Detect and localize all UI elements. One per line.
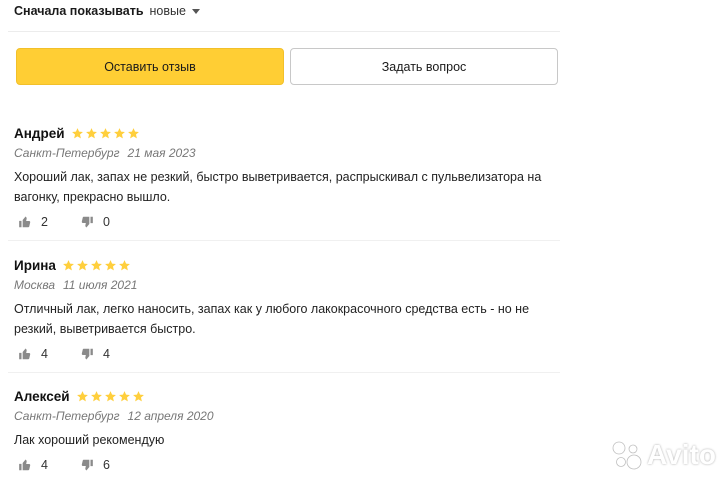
- review-city: Санкт-Петербург: [14, 146, 120, 160]
- review-text: Хороший лак, запах не резкий, быстро выв…: [14, 170, 542, 204]
- star-icon: [71, 127, 83, 138]
- thumbs-down-icon: [81, 348, 93, 360]
- like-button[interactable]: 2: [18, 215, 48, 229]
- thumbs-up-icon: [19, 459, 31, 471]
- review-date: 12 апреля 2020: [127, 409, 214, 423]
- star-icon: [77, 259, 88, 270]
- dislike-button[interactable]: 6: [80, 458, 110, 472]
- review-item: Ирина Москва 11 июля 2021 Отличный лак, …: [14, 256, 554, 363]
- avito-watermark: Avito: [610, 438, 716, 472]
- thumbs-up-icon: [19, 348, 31, 360]
- star-icon: [127, 127, 139, 138]
- like-button[interactable]: 4: [18, 458, 48, 472]
- reviewer-name: Ирина: [14, 257, 56, 273]
- chevron-down-icon: [191, 8, 200, 14]
- review-item: Алексей Санкт-Петербург 12 апреля 2020 Л…: [14, 387, 554, 474]
- ask-question-button[interactable]: Задать вопрос: [290, 48, 558, 85]
- star-icon: [85, 127, 97, 138]
- sort-dropdown[interactable]: новые: [150, 4, 200, 18]
- like-count: 4: [41, 347, 48, 361]
- avito-logo-icon: [612, 441, 642, 470]
- review-date: 11 июля 2021: [63, 278, 138, 292]
- thumbs-down-icon: [81, 216, 93, 228]
- review-date: 21 мая 2023: [127, 146, 196, 160]
- dislike-count: 6: [102, 458, 110, 472]
- star-icon: [76, 390, 88, 401]
- like-count: 2: [41, 215, 48, 229]
- thumbs-up-icon: [19, 216, 31, 228]
- review-text: Отличный лак, легко наносить, запах как …: [14, 302, 530, 336]
- star-icon: [113, 127, 125, 138]
- star-icon: [91, 259, 102, 270]
- dislike-button[interactable]: 0: [80, 215, 110, 229]
- leave-review-button[interactable]: Оставить отзыв: [16, 48, 284, 85]
- divider: [8, 31, 560, 32]
- sort-value: новые: [149, 4, 186, 18]
- reviewer-name: Алексей: [14, 388, 70, 404]
- review-city: Санкт-Петербург: [14, 409, 120, 423]
- review-city: Москва: [14, 278, 56, 292]
- reviewer-name: Андрей: [14, 125, 65, 141]
- dislike-button[interactable]: 4: [80, 347, 110, 361]
- thumbs-down-icon: [81, 459, 93, 471]
- like-count: 4: [41, 458, 48, 472]
- star-icon: [99, 127, 111, 138]
- dislike-count: 4: [102, 347, 110, 361]
- sort-label: Сначала показывать: [14, 4, 144, 18]
- star-rating: [76, 390, 146, 403]
- dislike-count: 0: [102, 215, 110, 229]
- like-button[interactable]: 4: [18, 347, 48, 361]
- star-icon: [104, 390, 116, 401]
- star-icon: [118, 390, 130, 401]
- divider: [8, 240, 560, 241]
- star-icon: [119, 259, 130, 270]
- watermark-text: Avito: [647, 439, 716, 470]
- divider: [8, 372, 560, 373]
- sort-bar: Сначала показывать новые: [14, 2, 200, 20]
- star-icon: [90, 390, 102, 401]
- star-icon: [105, 259, 116, 270]
- star-icon: [63, 259, 74, 270]
- star-rating: [71, 127, 141, 140]
- review-item: Андрей Санкт-Петербург 21 мая 2023 Хорош…: [14, 124, 554, 231]
- star-icon: [132, 390, 144, 401]
- review-text: Лак хороший рекомендую: [14, 433, 165, 447]
- star-rating: [62, 259, 132, 272]
